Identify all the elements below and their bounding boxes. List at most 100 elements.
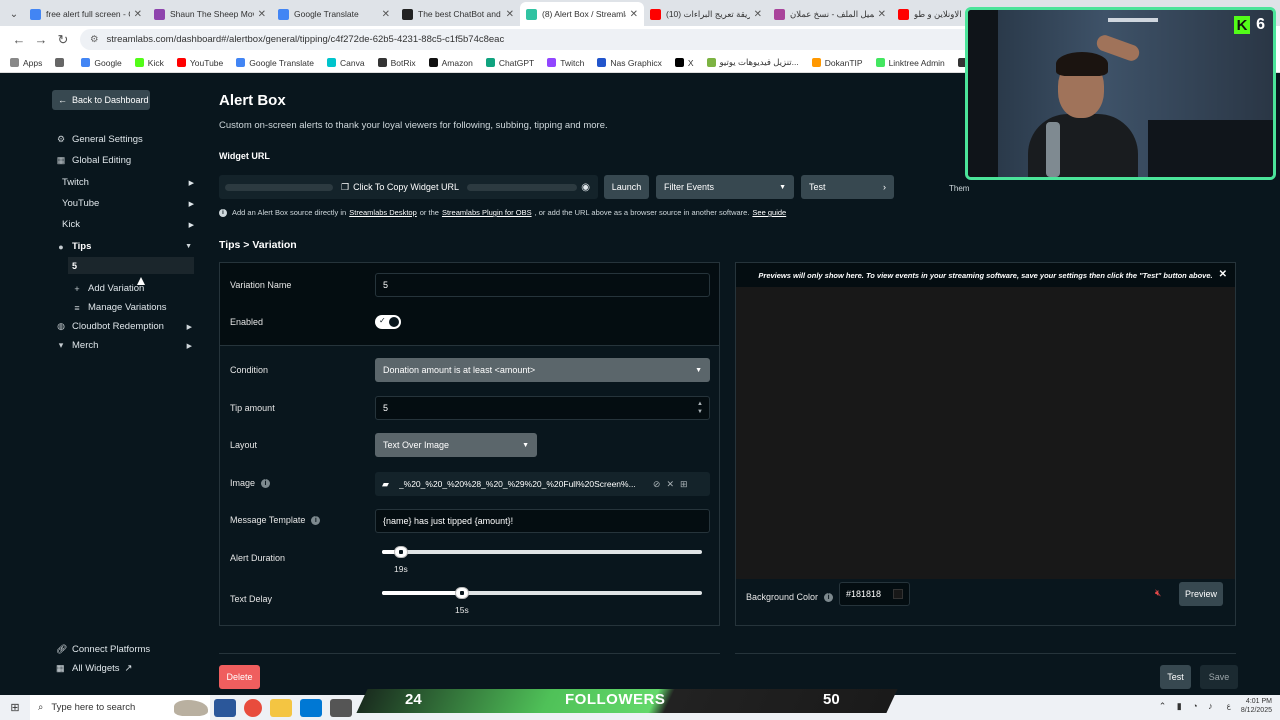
webcam-microphone	[1046, 122, 1060, 177]
site-settings-icon[interactable]: ⚙	[90, 34, 99, 45]
number-stepper-icon[interactable]: ▲ ▼	[697, 400, 703, 416]
text-delay-slider[interactable]	[382, 587, 702, 599]
clock[interactable]: 4:01 PM 8/12/2025	[1241, 697, 1272, 715]
info-icon[interactable]: i	[261, 478, 271, 488]
taskbar-app-icon[interactable]	[330, 698, 352, 717]
streamlabs-desktop-link[interactable]: Streamlabs Desktop	[349, 208, 417, 217]
bookmark-item[interactable]: Nas Graphicx	[597, 58, 662, 68]
preview-button[interactable]: Preview	[1179, 582, 1223, 606]
reload-icon[interactable]: ↻	[52, 32, 74, 48]
filter-events-dropdown[interactable]: Filter Events ▼	[656, 175, 794, 199]
browser-tab[interactable]: (8) Alert Box / Streamlab ✕	[520, 2, 644, 26]
browser-tab[interactable]: Google Translate ✕	[272, 2, 396, 26]
enabled-toggle[interactable]: ✓	[375, 315, 401, 329]
chrome-icon[interactable]	[244, 698, 262, 717]
all-widgets-link[interactable]: ▦ All Widgets ↗	[56, 663, 132, 674]
bookmark-item[interactable]: Canva	[327, 58, 365, 68]
close-tab-icon[interactable]: ✕	[382, 9, 390, 20]
close-tab-icon[interactable]: ✕	[878, 9, 886, 20]
sidebar-item-general-settings[interactable]: ⚙ General Settings	[56, 134, 192, 145]
see-guide-link[interactable]: See guide	[752, 208, 786, 217]
bookmark-item[interactable]: YouTube	[176, 58, 223, 68]
tip-amount-input[interactable]: 5 ▲ ▼	[375, 396, 710, 420]
connect-platforms-link[interactable]: 🔗︎ Connect Platforms	[56, 644, 150, 655]
language-indicator[interactable]: ع	[1227, 702, 1231, 710]
bookmark-item[interactable]: Kick	[134, 58, 164, 68]
close-icon[interactable]: ✕	[666, 479, 674, 490]
info-icon[interactable]: i	[311, 515, 321, 525]
bookmark-item[interactable]: ChatGPT	[485, 58, 534, 68]
tray-icons[interactable]: ⌃ ▮ ◔ ♪	[1159, 701, 1217, 712]
windows-start-icon[interactable]: ⊞	[0, 701, 30, 714]
forward-arrow-icon[interactable]: →	[30, 32, 52, 47]
image-file-field[interactable]: ▰ _%20_%20_%20%28_%20_%29%20_%20Full%20S…	[375, 472, 710, 496]
back-arrow-icon[interactable]: ←	[8, 32, 30, 47]
gallery-grid-icon[interactable]: ⊞	[680, 479, 688, 490]
bookmark-item[interactable]: Google	[81, 58, 122, 68]
mute-icon[interactable]: 🔇︎	[1155, 588, 1161, 599]
bookmark-item[interactable]	[55, 58, 68, 67]
back-to-dashboard-button[interactable]: ← Back to Dashboard	[52, 90, 150, 110]
bookmark-item[interactable]: تنزيل فيديوهات يوتيو...	[706, 57, 799, 68]
browser-tab[interactable]: The best ChatBot and W ✕	[396, 2, 520, 26]
obs-plugin-link[interactable]: Streamlabs Plugin for OBS	[442, 208, 532, 217]
bookmark-item[interactable]: DokanTIP	[811, 57, 863, 68]
bookmark-item[interactable]: Apps	[10, 58, 42, 68]
info-icon[interactable]: i	[824, 592, 834, 602]
test-button[interactable]: Test	[1160, 665, 1191, 689]
bookmark-label: Google Translate	[249, 57, 314, 68]
taskbar-app-icon[interactable]	[214, 698, 236, 717]
close-icon[interactable]: ✕	[1219, 269, 1227, 280]
sidebar-item-twitch[interactable]: Twitch ▶	[62, 177, 194, 188]
bookmark-item[interactable]: X	[674, 58, 694, 68]
link-icon[interactable]: ⊘	[653, 479, 661, 490]
folder-icon[interactable]: ▰	[382, 479, 389, 490]
bookmark-item[interactable]: BotRix	[377, 58, 416, 68]
eye-icon[interactable]: ◉	[581, 182, 590, 193]
widget-url-field[interactable]: ❐ Click To Copy Widget URL ◉	[219, 175, 598, 199]
taskbar-search[interactable]: ⌕ Type here to search	[30, 695, 210, 720]
outlook-icon[interactable]	[300, 698, 322, 717]
variation-name-input[interactable]: 5	[375, 273, 710, 297]
sidebar-item-global-editing[interactable]: ▦ Global Editing	[56, 155, 192, 166]
bookmark-item[interactable]: Twitch	[547, 58, 584, 68]
browser-tab[interactable]: (10) طريقة تعريج البراءات ✕	[644, 2, 768, 26]
slider-handle[interactable]	[455, 587, 469, 599]
background-color-input[interactable]: #181818	[839, 582, 910, 606]
bookmark-favicon-icon	[10, 58, 19, 67]
copy-widget-url-button[interactable]: ❐ Click To Copy Widget URL	[341, 182, 459, 193]
bookmark-item[interactable]: Amazon	[428, 58, 473, 68]
test-dropdown-button[interactable]: Test ›	[801, 175, 894, 199]
bookmark-item[interactable]: Google Translate	[236, 58, 314, 68]
sidebar-item-tips[interactable]: ● Tips ▼	[56, 241, 192, 252]
launch-button[interactable]: Launch	[604, 175, 649, 199]
close-tab-icon[interactable]: ✕	[506, 9, 514, 20]
close-tab-icon[interactable]: ✕	[258, 9, 266, 20]
add-variation-button[interactable]: + Add Variation	[72, 283, 192, 294]
bookmark-item[interactable]: Linktree Admin	[875, 58, 945, 68]
delete-button[interactable]: Delete	[219, 665, 260, 689]
file-explorer-icon[interactable]	[270, 698, 292, 717]
browser-tab[interactable]: free alert full screen - G ✕	[24, 2, 148, 26]
sidebar-item-kick[interactable]: Kick ▶	[62, 219, 194, 230]
save-button[interactable]: Save	[1200, 665, 1238, 689]
layout-select[interactable]: Text Over Image ▼	[375, 433, 537, 457]
sidebar-item-merch[interactable]: ▾ Merch ▶	[56, 340, 192, 351]
sidebar-item-cloudbot[interactable]: ◍ Cloudbot Redemption ▶	[56, 321, 192, 332]
condition-select[interactable]: Donation amount is at least <amount> ▼	[375, 358, 710, 382]
bookmark-label: DokanTIP	[824, 57, 863, 68]
tab-search-icon[interactable]: ⌄	[4, 2, 24, 26]
browser-tab[interactable]: تحميل الملف - نسخ عملان ✕	[768, 2, 892, 26]
tab-favicon-icon	[526, 8, 537, 20]
slider-handle[interactable]	[394, 546, 408, 558]
color-swatch[interactable]	[893, 589, 903, 599]
sidebar-item-youtube[interactable]: YouTube ▶	[62, 198, 194, 209]
manage-variations-button[interactable]: ≡ Manage Variations	[72, 302, 192, 313]
message-template-input[interactable]: {name} has just tipped {amount}!	[375, 509, 710, 533]
close-tab-icon[interactable]: ✕	[134, 9, 142, 20]
browser-tab[interactable]: Shaun The Sheep Movie ✕	[148, 2, 272, 26]
alert-duration-slider[interactable]	[382, 546, 702, 558]
sidebar-variation-selected[interactable]: 5	[68, 257, 194, 274]
close-tab-icon[interactable]: ✕	[630, 9, 638, 20]
close-tab-icon[interactable]: ✕	[754, 9, 762, 20]
